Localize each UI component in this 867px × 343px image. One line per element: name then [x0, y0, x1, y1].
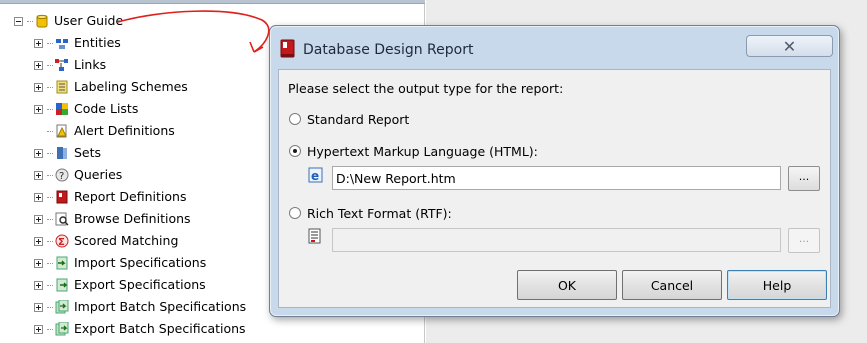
- tree-scroll-edge: [0, 0, 425, 4]
- help-button[interactable]: Help: [727, 270, 827, 300]
- expand-icon[interactable]: [34, 324, 43, 334]
- dialog-title: Database Design Report: [303, 42, 474, 58]
- standard-report-radio[interactable]: [289, 113, 301, 125]
- rtf-radio[interactable]: [289, 207, 301, 219]
- code-lists-icon: [55, 102, 69, 116]
- expand-icon[interactable]: [34, 302, 43, 312]
- tree-item-label: Entities: [74, 35, 121, 50]
- tree-item-label: Report Definitions: [74, 189, 187, 204]
- close-icon: ✕: [782, 36, 797, 56]
- tree-item-label: Scored Matching: [74, 233, 179, 248]
- tree-item-label: Queries: [74, 167, 123, 182]
- tree-item[interactable]: Labeling Schemes: [34, 76, 188, 98]
- expand-icon[interactable]: [34, 148, 43, 158]
- tree-item-label: Export Specifications: [74, 277, 206, 292]
- svg-text:?: ?: [59, 171, 64, 182]
- svg-text:e: e: [311, 169, 319, 183]
- database-design-report-dialog: Database Design Report ✕ Please select t…: [269, 25, 840, 317]
- expand-icon[interactable]: [34, 38, 43, 48]
- collapse-icon[interactable]: [14, 16, 23, 26]
- tree-item[interactable]: Entities: [34, 32, 121, 54]
- html-file-icon: e: [308, 167, 324, 186]
- expand-icon[interactable]: [34, 280, 43, 290]
- rtf-file-icon: [308, 228, 322, 247]
- tree-item[interactable]: Links: [34, 54, 106, 76]
- expand-icon[interactable]: [34, 60, 43, 70]
- browse-definitions-icon: [55, 212, 69, 226]
- expand-icon[interactable]: [34, 170, 43, 180]
- tree-item[interactable]: Export Specifications: [34, 274, 206, 296]
- tree-item[interactable]: Σ Scored Matching: [34, 230, 178, 252]
- html-path-input[interactable]: D:\New Report.htm: [332, 166, 781, 190]
- tree-item[interactable]: Alert Definitions: [34, 120, 175, 142]
- tree-item-label: Links: [74, 57, 107, 72]
- html-radio[interactable]: [289, 145, 301, 157]
- tree-item[interactable]: ? Queries: [34, 164, 122, 186]
- import-batch-specifications-icon: [55, 300, 69, 314]
- tree-item-label: Labeling Schemes: [74, 79, 188, 94]
- tree-item-label: Sets: [74, 145, 102, 160]
- rtf-browse-button[interactable]: ...: [788, 228, 820, 253]
- tree-item[interactable]: Import Batch Specifications: [34, 296, 246, 318]
- expand-icon[interactable]: [34, 258, 43, 268]
- export-batch-specifications-icon: [55, 322, 69, 336]
- tree-item[interactable]: Export Batch Specifications: [34, 318, 246, 340]
- scored-matching-icon: Σ: [55, 234, 69, 248]
- tree-item-label: Alert Definitions: [74, 123, 175, 138]
- links-icon: [55, 58, 69, 72]
- html-label[interactable]: Hypertext Markup Language (HTML):: [307, 144, 538, 159]
- close-button[interactable]: ✕: [746, 35, 833, 57]
- tree-item-label: Export Batch Specifications: [74, 321, 246, 336]
- tree-item-label: Browse Definitions: [74, 211, 191, 226]
- entities-icon: [55, 36, 69, 50]
- expand-icon[interactable]: [34, 104, 43, 114]
- expand-icon[interactable]: [34, 236, 43, 246]
- export-specifications-icon: [55, 278, 69, 292]
- rtf-label[interactable]: Rich Text Format (RTF):: [307, 206, 452, 221]
- expand-icon[interactable]: [34, 214, 43, 224]
- rtf-path-input[interactable]: [332, 228, 781, 252]
- alert-definitions-icon: [55, 124, 69, 138]
- standard-report-label[interactable]: Standard Report: [307, 112, 409, 127]
- expand-icon[interactable]: [34, 192, 43, 202]
- database-icon: [35, 14, 49, 28]
- tree-item[interactable]: Report Definitions: [34, 186, 186, 208]
- report-definitions-icon: [55, 190, 69, 204]
- tree-item-label: Import Batch Specifications: [74, 299, 247, 314]
- import-specifications-icon: [55, 256, 69, 270]
- tree-root-label: User Guide: [54, 13, 124, 28]
- tree-item[interactable]: Sets: [34, 142, 101, 164]
- tree-root[interactable]: User Guide: [14, 10, 123, 32]
- queries-icon: ?: [55, 168, 69, 182]
- tree-item[interactable]: Browse Definitions: [34, 208, 191, 230]
- html-browse-button[interactable]: ...: [788, 166, 820, 191]
- tree-item-label: Import Specifications: [74, 255, 207, 270]
- tree-item[interactable]: Code Lists: [34, 98, 138, 120]
- cancel-button[interactable]: Cancel: [622, 270, 722, 300]
- svg-text:Σ: Σ: [58, 237, 65, 248]
- expand-icon[interactable]: [34, 82, 43, 92]
- report-book-icon: [279, 39, 297, 62]
- labeling-schemes-icon: [55, 80, 69, 94]
- prompt-text: Please select the output type for the re…: [288, 81, 564, 96]
- ok-button[interactable]: OK: [517, 270, 617, 300]
- tree-item[interactable]: Import Specifications: [34, 252, 206, 274]
- tree-item-label: Code Lists: [74, 101, 139, 116]
- sets-icon: [55, 146, 69, 160]
